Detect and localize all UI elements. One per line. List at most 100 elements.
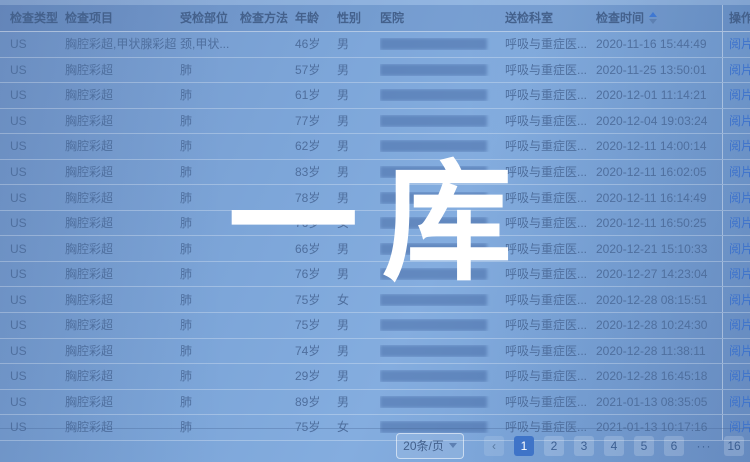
cell-type: US: [0, 32, 65, 56]
hospital-redacted-value: [380, 345, 487, 357]
view-images-link[interactable]: 阅片: [729, 134, 750, 158]
cell-gender: 男: [337, 186, 380, 210]
column-header-label: 检查方法: [240, 5, 288, 31]
cell-part: 肺: [180, 339, 240, 363]
cell-gender: 男: [337, 134, 380, 158]
hospital-redacted-value: [380, 294, 487, 306]
column-header-label: 受检部位: [180, 5, 228, 31]
cell-time: 2020-12-28 10:24:30: [596, 313, 722, 337]
cell-age: 78岁: [295, 186, 337, 210]
cell-hospital: [380, 243, 505, 255]
column-header-label: 检查类型: [10, 5, 58, 31]
view-images-link[interactable]: 阅片: [729, 288, 750, 312]
cell-gender: 男: [337, 109, 380, 133]
cell-gender: 男: [337, 58, 380, 82]
table-row: US胸腔彩超肺89岁男呼吸与重症医...2021-01-13 08:35:05阅…: [0, 390, 750, 416]
cell-age: 61岁: [295, 83, 337, 107]
page-button-3[interactable]: 3: [574, 436, 594, 456]
page-ellipsis-button[interactable]: ···: [694, 436, 714, 456]
cell-type: US: [0, 364, 65, 388]
page-buttons: 123456 ··· 16: [514, 436, 744, 456]
cell-gender: 女: [337, 211, 380, 235]
sort-carets-icon[interactable]: [649, 12, 657, 24]
view-images-link[interactable]: 阅片: [729, 32, 750, 56]
column-header-hospital: 医院: [380, 5, 505, 31]
hospital-redacted-value: [380, 319, 487, 331]
cell-time: 2020-12-11 16:50:25: [596, 211, 722, 235]
cell-item: 胸腔彩超: [65, 288, 180, 312]
view-images-link[interactable]: 阅片: [729, 390, 750, 414]
view-images-link[interactable]: 阅片: [729, 262, 750, 286]
cell-actions: 阅片: [722, 109, 750, 134]
page-button-1[interactable]: 1: [514, 436, 534, 456]
view-images-link[interactable]: 阅片: [729, 364, 750, 388]
cell-item: 胸腔彩超: [65, 83, 180, 107]
page-button-16[interactable]: 16: [724, 436, 744, 456]
cell-actions: 阅片: [722, 160, 750, 185]
page-button-5[interactable]: 5: [634, 436, 654, 456]
cell-age: 83岁: [295, 160, 337, 184]
cell-actions: 阅片: [722, 134, 750, 159]
view-images-link[interactable]: 阅片: [729, 109, 750, 133]
cell-part: 肺: [180, 58, 240, 82]
cell-gender: 男: [337, 83, 380, 107]
cell-gender: 男: [337, 237, 380, 261]
view-images-link[interactable]: 阅片: [729, 83, 750, 107]
cell-age: 46岁: [295, 32, 337, 56]
prev-page-button[interactable]: ‹: [484, 436, 504, 456]
column-header-label: 性别: [337, 5, 361, 31]
cell-age: 76岁: [295, 262, 337, 286]
page-button-2[interactable]: 2: [544, 436, 564, 456]
view-images-link[interactable]: 阅片: [729, 160, 750, 184]
column-header-item: 检查项目: [65, 5, 180, 31]
view-images-link[interactable]: 阅片: [729, 339, 750, 363]
cell-department: 呼吸与重症医...: [505, 134, 596, 158]
view-images-link[interactable]: 阅片: [729, 186, 750, 210]
hospital-redacted-value: [380, 217, 487, 229]
cell-gender: 男: [337, 339, 380, 363]
cell-item: 胸腔彩超: [65, 237, 180, 261]
cell-part: 肺: [180, 364, 240, 388]
table-row: US胸腔彩超肺76岁男呼吸与重症医...2020-12-27 14:23:04阅…: [0, 262, 750, 288]
page-button-6[interactable]: 6: [664, 436, 684, 456]
view-images-link[interactable]: 阅片: [729, 313, 750, 337]
view-images-link[interactable]: 阅片: [729, 237, 750, 261]
cell-item: 胸腔彩超: [65, 339, 180, 363]
cell-part: 肺: [180, 262, 240, 286]
cell-item: 胸腔彩超,甲状腺彩超: [65, 32, 180, 56]
cell-age: 66岁: [295, 237, 337, 261]
cell-department: 呼吸与重症医...: [505, 339, 596, 363]
cell-item: 胸腔彩超: [65, 313, 180, 337]
cell-time: 2020-12-04 19:03:24: [596, 109, 722, 133]
cell-department: 呼吸与重症医...: [505, 109, 596, 133]
table-row: US胸腔彩超肺78岁男呼吸与重症医...2020-12-11 16:14:49阅…: [0, 185, 750, 211]
cell-actions: 阅片: [722, 313, 750, 338]
column-header-actions: 操作: [722, 5, 750, 31]
page-size-select[interactable]: 20条/页: [396, 433, 464, 459]
cell-department: 呼吸与重症医...: [505, 390, 596, 414]
page-button-4[interactable]: 4: [604, 436, 624, 456]
table-row: US胸腔彩超肺75岁女呼吸与重症医...2020-12-28 08:15:51阅…: [0, 287, 750, 313]
cell-time: 2020-12-28 16:45:18: [596, 364, 722, 388]
view-images-link[interactable]: 阅片: [729, 58, 750, 82]
cell-age: 75岁: [295, 313, 337, 337]
cell-item: 胸腔彩超: [65, 134, 180, 158]
column-header-time[interactable]: 检查时间: [596, 5, 722, 31]
cell-age: 75岁: [295, 288, 337, 312]
column-header-method: 检查方法: [240, 5, 295, 31]
view-images-link[interactable]: 阅片: [729, 211, 750, 235]
hospital-redacted-value: [380, 140, 487, 152]
cell-actions: 阅片: [722, 83, 750, 108]
table-row: US胸腔彩超肺76岁女呼吸与重症医...2020-12-11 16:50:25阅…: [0, 211, 750, 237]
column-header-gender: 性别: [337, 5, 380, 31]
cell-type: US: [0, 211, 65, 235]
cell-item: 胸腔彩超: [65, 160, 180, 184]
column-header-label: 送检科室: [505, 5, 553, 31]
cell-hospital: [380, 64, 505, 76]
table-row: US胸腔彩超肺66岁男呼吸与重症医...2020-12-21 15:10:33阅…: [0, 236, 750, 262]
cell-department: 呼吸与重症医...: [505, 186, 596, 210]
cell-time: 2020-12-11 16:14:49: [596, 186, 722, 210]
cell-department: 呼吸与重症医...: [505, 32, 596, 56]
cell-gender: 男: [337, 313, 380, 337]
cell-type: US: [0, 390, 65, 414]
